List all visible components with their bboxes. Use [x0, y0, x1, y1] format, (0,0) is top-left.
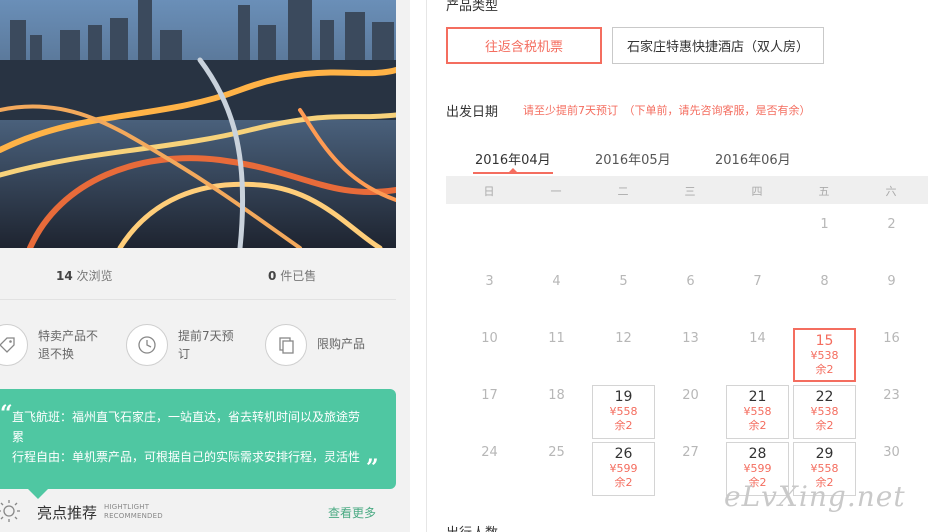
option-hotel[interactable]: 石家庄特惠快捷酒店（双人房） — [612, 27, 824, 64]
calendar-day-26[interactable]: 26 ¥599 余2 — [592, 442, 655, 496]
departure-note: 请至少提前7天预订 （下单前，请先咨询客服，是否有余） — [523, 104, 811, 117]
product-left-panel: 14 次浏览 0 件已售 特卖产品不 退不换 提前7天预订 限购产品 “ 直飞航班… — [0, 0, 410, 532]
calendar-day-5: 5 — [619, 274, 628, 289]
intro-line-1: 直飞航班：福州直飞石家庄，一站直达，省去转机时间以及旅途劳 — [12, 410, 361, 424]
calendar-day-7: 7 — [753, 274, 762, 289]
see-more-link[interactable]: 查看更多 — [328, 504, 376, 521]
calendar-day-6: 6 — [686, 274, 695, 289]
weekday-thu: 四 — [751, 185, 763, 198]
feature-no-refund: 特卖产品不 退不换 — [0, 324, 98, 366]
city-interchange-photo — [0, 0, 396, 248]
calendar-day-25: 25 — [548, 445, 565, 460]
feature-advance-booking: 提前7天预订 — [126, 324, 234, 366]
intro-line-2: 累 — [12, 430, 25, 444]
calendar-day-21[interactable]: 21 ¥558 余2 — [726, 385, 789, 439]
feature-no-refund-text: 特卖产品不 退不换 — [38, 329, 99, 361]
intro-line-3: 行程自由：单机票产品，可根据自己的实际需求安排行程，灵活性 — [12, 450, 361, 464]
calendar-day-20: 20 — [682, 388, 699, 403]
calendar-day-16: 16 — [883, 331, 900, 346]
departure-date-title: 出发日期 — [446, 105, 499, 120]
calendar-day-23: 23 — [883, 388, 900, 403]
tab-month-jun[interactable]: 2016年06月 — [715, 149, 791, 168]
calendar-day-8: 8 — [820, 274, 829, 289]
weekday-header: 日 一 二 三 四 五 六 — [446, 176, 928, 204]
highlight-title: 亮点推荐 — [37, 504, 98, 522]
tag-icon — [0, 324, 28, 366]
hero-image — [0, 0, 396, 248]
calendar-day-17: 17 — [481, 388, 498, 403]
calendar-day-4: 4 — [552, 274, 561, 289]
sun-icon — [0, 500, 20, 522]
travelers-title: 出行人数 — [446, 522, 498, 532]
calendar-day-1: 1 — [820, 217, 829, 232]
calendar-day-2: 2 — [887, 217, 896, 232]
intro-box: “ 直飞航班：福州直飞石家庄，一站直达，省去转机时间以及旅途劳 累 行程自由：单… — [0, 389, 396, 489]
close-quote-icon: ” — [366, 455, 379, 481]
calendar-day-22[interactable]: 22 ¥538 余2 — [793, 385, 856, 439]
calendar-day-30: 30 — [883, 445, 900, 460]
open-quote-icon: “ — [0, 401, 13, 427]
copy-icon — [265, 324, 307, 366]
calendar-day-18: 18 — [548, 388, 565, 403]
option-round-trip-ticket[interactable]: 往返含税机票 — [446, 27, 602, 64]
views-count: 14 次浏览 — [56, 269, 113, 283]
calendar-day-27: 27 — [682, 445, 699, 460]
weekday-sun: 日 — [483, 185, 495, 198]
weekday-mon: 一 — [550, 185, 562, 198]
product-type-title: 产品类型 — [446, 0, 499, 14]
tab-month-apr[interactable]: 2016年04月 — [475, 149, 551, 168]
calendar-day-13: 13 — [682, 331, 699, 346]
weekday-wed: 三 — [684, 185, 696, 198]
stats-bar: 14 次浏览 0 件已售 — [0, 248, 396, 300]
calendar-day-10: 10 — [481, 331, 498, 346]
calendar-day-9: 9 — [887, 274, 896, 289]
highlight-header: 亮点推荐 HIGHTLIGHT RECOMMENDED 查看更多 — [0, 492, 396, 532]
feature-advance-text: 提前7天预订 — [178, 329, 234, 361]
sold-count: 0 件已售 — [268, 269, 317, 283]
panel-divider — [426, 0, 427, 532]
feature-limited: 限购产品 — [265, 324, 365, 366]
calendar-day-3: 3 — [485, 274, 494, 289]
weekday-tue: 二 — [617, 185, 629, 198]
calendar-day-15[interactable]: 15 ¥538 余2 — [793, 328, 856, 382]
feature-limited-text: 限购产品 — [317, 337, 366, 351]
calendar-day-11: 11 — [548, 331, 565, 346]
active-month-underline — [473, 172, 553, 174]
highlight-en: HIGHTLIGHT RECOMMENDED — [104, 503, 163, 520]
clock-icon — [126, 324, 168, 366]
active-month-caret — [509, 168, 517, 172]
calendar-day-19[interactable]: 19 ¥558 余2 — [592, 385, 655, 439]
calendar-day-24: 24 — [481, 445, 498, 460]
calendar-day-12: 12 — [615, 331, 632, 346]
weekday-sat: 六 — [885, 185, 897, 198]
weekday-fri: 五 — [818, 185, 830, 198]
calendar-day-14: 14 — [749, 331, 766, 346]
feature-list: 特卖产品不 退不换 提前7天预订 限购产品 — [0, 300, 396, 388]
tab-month-may[interactable]: 2016年05月 — [595, 149, 671, 168]
watermark-logo: eLvXing.net — [724, 480, 906, 513]
